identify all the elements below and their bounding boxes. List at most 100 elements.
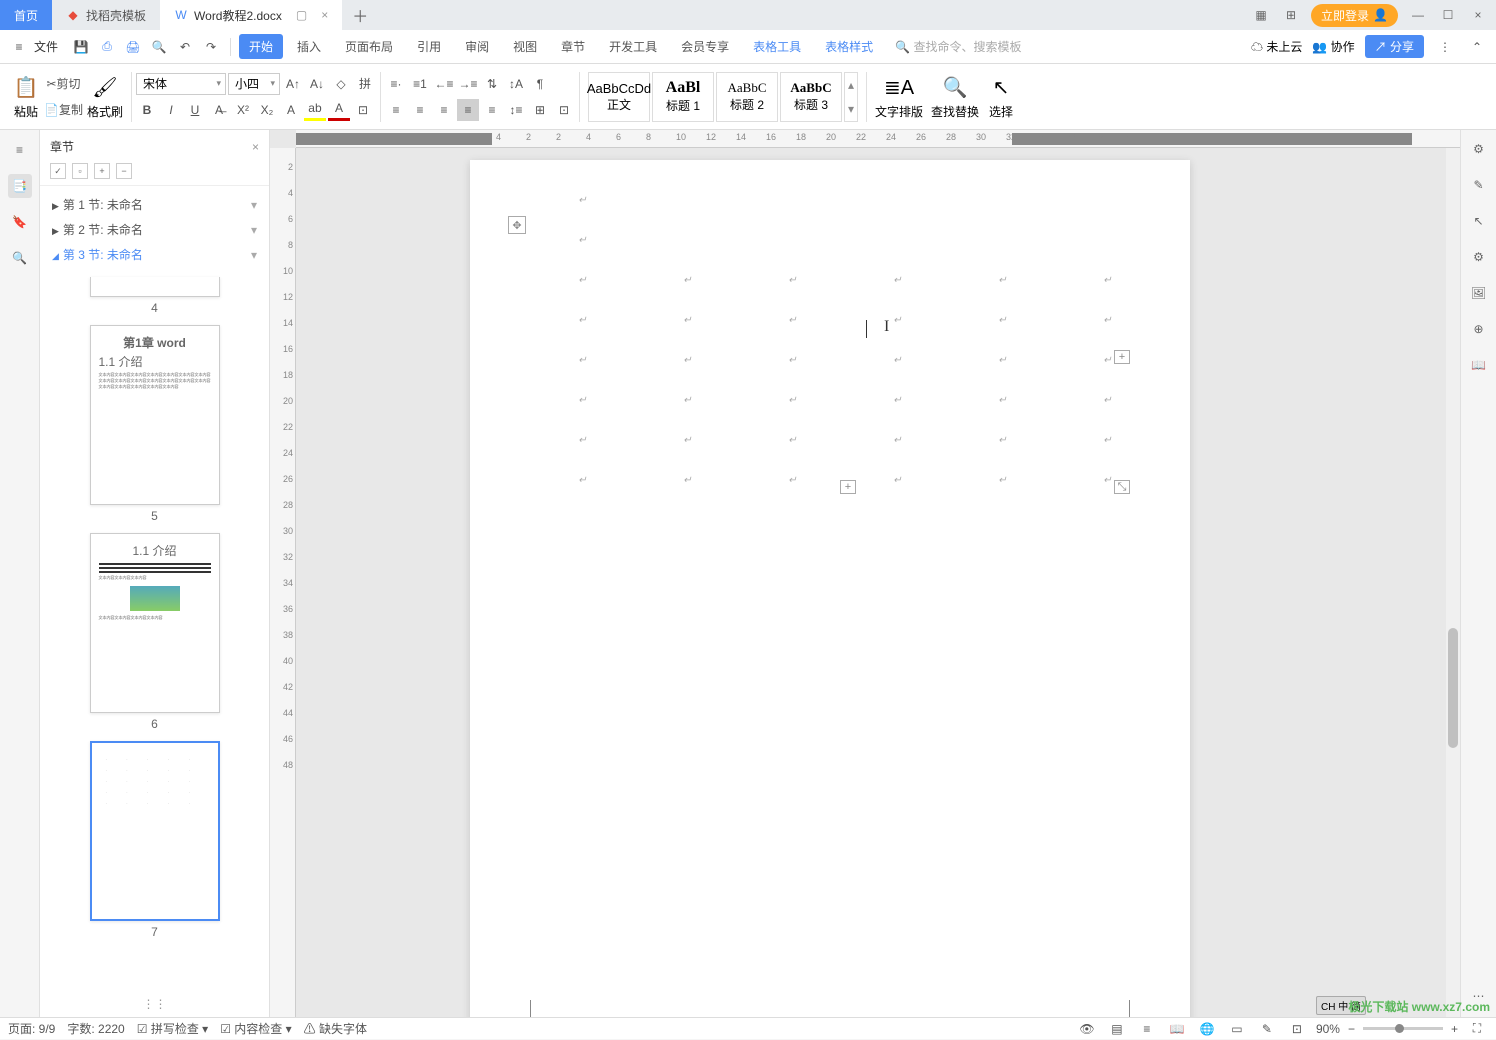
bullets-icon[interactable]: ≡· bbox=[385, 73, 407, 95]
shading-icon[interactable]: ⊞ bbox=[529, 99, 551, 121]
thumbnail-page-5[interactable]: 第1章 word 1.1 介绍 文本内容文本内容文本内容文本内容文本内容文本内容… bbox=[90, 325, 220, 505]
table-move-handle[interactable]: ✥ bbox=[508, 216, 526, 234]
save-icon[interactable]: 💾 bbox=[70, 36, 92, 58]
tab-review[interactable]: 审阅 bbox=[455, 34, 499, 59]
borders-icon[interactable]: ⊡ bbox=[553, 99, 575, 121]
tab-templates[interactable]: ◆ 找稻壳模板 bbox=[52, 0, 160, 30]
superscript-icon[interactable]: X² bbox=[232, 99, 254, 121]
show-marks-icon[interactable]: ¶ bbox=[529, 73, 551, 95]
grid-icon[interactable]: ▦ bbox=[1251, 8, 1271, 22]
tab-view[interactable]: 视图 bbox=[503, 34, 547, 59]
highlight-tool-icon[interactable]: ✎ bbox=[1468, 174, 1490, 196]
sections-icon[interactable]: 📑 bbox=[8, 174, 32, 198]
ink-icon[interactable]: ✎ bbox=[1256, 1018, 1278, 1040]
command-search[interactable]: 🔍 查找命令、搜索模板 bbox=[895, 38, 1021, 55]
undo-icon[interactable]: ↶ bbox=[174, 36, 196, 58]
page-view-icon[interactable]: ▤ bbox=[1106, 1018, 1128, 1040]
login-button[interactable]: 立即登录👤 bbox=[1311, 4, 1398, 27]
clear-format-icon[interactable]: ◇ bbox=[330, 73, 352, 95]
find-replace-button[interactable]: 🔍查找替换 bbox=[927, 71, 983, 122]
menu-icon[interactable]: ≡ bbox=[8, 36, 30, 58]
align-right-icon[interactable]: ≡ bbox=[433, 99, 455, 121]
font-family-select[interactable]: 宋体 bbox=[136, 73, 226, 95]
document-table[interactable]: ↵ ↵ ↵↵↵↵↵↵ ↵↵↵↵↵↵ ↵↵↵↵↵↵ ↵↵↵↵↵↵ ↵↵↵↵↵↵ ↵… bbox=[530, 180, 1160, 500]
subscript-icon[interactable]: X₂ bbox=[256, 99, 278, 121]
char-border-icon[interactable]: ⊡ bbox=[352, 99, 374, 121]
styles-more[interactable]: ▴▾ bbox=[844, 72, 858, 122]
align-distribute-icon[interactable]: ≡ bbox=[481, 99, 503, 121]
nav-section-2[interactable]: ▶第 2 节: 未命名▾ bbox=[40, 217, 269, 242]
horizontal-ruler[interactable]: 642246810121416182022242628303234363840 bbox=[296, 130, 1460, 148]
cloud-status[interactable]: ☁ 未上云 bbox=[1251, 38, 1302, 55]
select-button[interactable]: ↖选择 bbox=[983, 71, 1019, 122]
copy-button[interactable]: 📄 复制 bbox=[44, 99, 83, 121]
maximize-icon[interactable]: ☐ bbox=[1438, 8, 1458, 22]
reading-view-icon[interactable]: 📖 bbox=[1166, 1018, 1188, 1040]
vertical-ruler[interactable]: 2468101214161820222426283032343638404244… bbox=[270, 148, 296, 1017]
save-as-icon[interactable]: ⎙ bbox=[96, 36, 118, 58]
share-button[interactable]: ↗ 分享 bbox=[1365, 35, 1424, 58]
close-panel-icon[interactable]: × bbox=[252, 140, 259, 154]
redo-icon[interactable]: ↷ bbox=[200, 36, 222, 58]
phonetic-icon[interactable]: 拼 bbox=[354, 73, 376, 95]
collaborate-button[interactable]: 👥 协作 bbox=[1312, 38, 1354, 55]
preview-icon[interactable]: 🔍 bbox=[148, 36, 170, 58]
text-effect-icon[interactable]: A bbox=[280, 99, 302, 121]
file-menu[interactable]: 文件 bbox=[34, 38, 58, 55]
align-left-icon[interactable]: ≡ bbox=[385, 99, 407, 121]
line-spacing-icon[interactable]: ↕A bbox=[505, 73, 527, 95]
table-add-col-handle[interactable]: + bbox=[1114, 350, 1130, 364]
style-heading2[interactable]: AaBbC标题 2 bbox=[716, 72, 778, 122]
outline-icon[interactable]: ≡ bbox=[8, 138, 32, 162]
format-painter-button[interactable]: 🖌格式刷 bbox=[83, 71, 127, 122]
document-page[interactable]: ✥ ↵ ↵ ↵↵↵↵↵↵ ↵↵↵↵↵↵ ↵↵↵↵↵↵ ↵↵↵↵↵↵ ↵↵↵↵↵↵… bbox=[470, 160, 1190, 1017]
table-add-row-handle[interactable]: + bbox=[840, 480, 856, 494]
word-count[interactable]: 字数: 2220 bbox=[67, 1020, 124, 1037]
thumbnail-page-7[interactable]: ····· ····· ····· ····· ····· bbox=[90, 741, 220, 921]
sort-icon[interactable]: ⇅ bbox=[481, 73, 503, 95]
tab-start[interactable]: 开始 bbox=[239, 34, 283, 59]
zoom-level[interactable]: 90% bbox=[1316, 1022, 1340, 1036]
tab-home[interactable]: 首页 bbox=[0, 0, 52, 30]
numbering-icon[interactable]: ≡1 bbox=[409, 73, 431, 95]
nav-section-1[interactable]: ▶第 1 节: 未命名▾ bbox=[40, 192, 269, 217]
find-icon[interactable]: 🔍 bbox=[8, 246, 32, 270]
page-indicator[interactable]: 页面: 9/9 bbox=[8, 1020, 55, 1037]
style-normal[interactable]: AaBbCcDd正文 bbox=[588, 72, 650, 122]
bold-icon[interactable]: B bbox=[136, 99, 158, 121]
minimize-icon[interactable]: — bbox=[1408, 8, 1428, 22]
focus-view-icon[interactable]: ▭ bbox=[1226, 1018, 1248, 1040]
text-layout-button[interactable]: ≣A文字排版 bbox=[871, 71, 927, 122]
tab-page-layout[interactable]: 页面布局 bbox=[335, 34, 403, 59]
vertical-scrollbar[interactable] bbox=[1446, 148, 1460, 1017]
thumbnail-page-6[interactable]: 1.1 介绍 文本内容文本内容文本内容 文本内容文本内容文本内容文本内容 bbox=[90, 533, 220, 713]
highlight-icon[interactable]: ab bbox=[304, 99, 326, 121]
decrease-indent-icon[interactable]: ←≡ bbox=[433, 73, 455, 95]
nav-resize-handle[interactable]: ⋮⋮ bbox=[40, 991, 269, 1017]
zoom-slider[interactable] bbox=[1363, 1027, 1443, 1030]
paste-button[interactable]: 📋粘贴 bbox=[8, 71, 44, 122]
style-heading3[interactable]: AaBbC标题 3 bbox=[780, 72, 842, 122]
fit-icon[interactable]: ⊡ bbox=[1286, 1018, 1308, 1040]
fullscreen-icon[interactable]: ⛶ bbox=[1466, 1018, 1488, 1040]
grow-font-icon[interactable]: A↑ bbox=[282, 73, 304, 95]
more-icon[interactable]: ⋮ bbox=[1434, 36, 1456, 58]
tab-member[interactable]: 会员专享 bbox=[671, 34, 739, 59]
collapse-ribbon-icon[interactable]: ⌃ bbox=[1466, 36, 1488, 58]
strike-icon[interactable]: A̶ bbox=[208, 99, 230, 121]
tab-menu-icon[interactable]: ▢ bbox=[296, 8, 307, 22]
print-icon[interactable]: 🖨 bbox=[122, 36, 144, 58]
increase-indent-icon[interactable]: →≡ bbox=[457, 73, 479, 95]
underline-icon[interactable]: U bbox=[184, 99, 206, 121]
close-window-icon[interactable]: × bbox=[1468, 8, 1488, 22]
spellcheck-toggle[interactable]: ☑ 拼写检查 ▾ bbox=[137, 1020, 208, 1037]
zoom-in-icon[interactable]: + bbox=[94, 163, 110, 179]
zoom-out-button[interactable]: − bbox=[1348, 1022, 1355, 1036]
eye-icon[interactable]: 👁 bbox=[1076, 1018, 1098, 1040]
zoom-out-icon[interactable]: − bbox=[116, 163, 132, 179]
font-color-icon[interactable]: A bbox=[328, 99, 350, 121]
collapse-all-icon[interactable]: ▫ bbox=[72, 163, 88, 179]
bookmark-icon[interactable]: 🔖 bbox=[8, 210, 32, 234]
image-tool-icon[interactable]: 🖼 bbox=[1468, 282, 1490, 304]
italic-icon[interactable]: I bbox=[160, 99, 182, 121]
